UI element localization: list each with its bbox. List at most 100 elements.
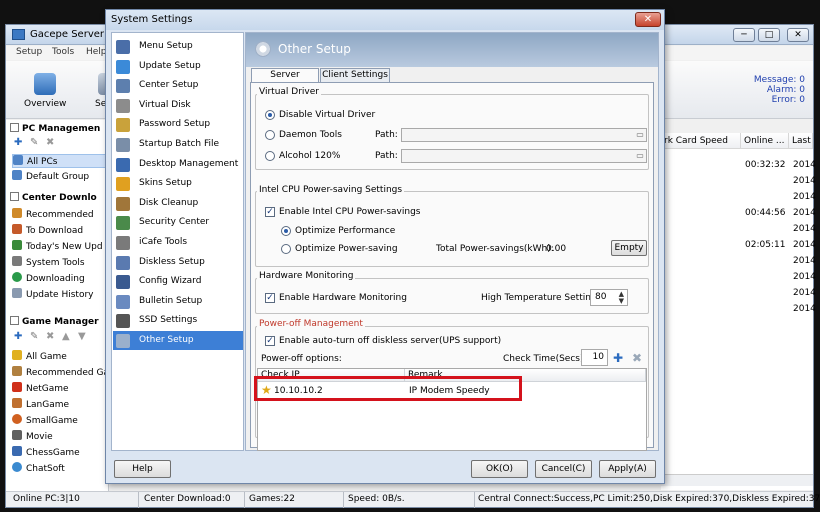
delete-icon[interactable]: ✖: [46, 138, 56, 148]
nav-item-center-setup[interactable]: Center Setup: [113, 76, 243, 95]
nav-item-update-setup[interactable]: Update Setup: [113, 57, 243, 76]
help-button[interactable]: Help: [114, 460, 171, 478]
nav-item-other-setup[interactable]: Other Setup: [113, 331, 243, 350]
optimize-power-saving-label: Optimize Power-saving: [295, 244, 398, 254]
download-todays-new[interactable]: Today's New Upd: [12, 240, 103, 254]
nav-item-config-wizard[interactable]: Config Wizard: [113, 272, 243, 291]
nav-item-diskless-setup[interactable]: Diskless Setup: [113, 253, 243, 272]
ok-button[interactable]: OK(O): [471, 460, 528, 478]
virtual-driver-title: Virtual Driver: [257, 87, 321, 97]
wrench-icon[interactable]: ✎: [30, 138, 40, 148]
nav-item-virtual-disk[interactable]: Virtual Disk: [113, 96, 243, 115]
toolbar-overview[interactable]: Overview: [24, 99, 66, 109]
gear-icon: [255, 41, 271, 57]
pc-management-label: PC Managemen: [22, 124, 101, 134]
wrench-icon[interactable]: ✎: [30, 332, 40, 342]
add-icon[interactable]: ✚: [14, 138, 24, 148]
folder-icon[interactable]: ▭: [635, 130, 645, 140]
add-ip-icon[interactable]: ✚: [613, 352, 623, 364]
hardware-monitoring-checkbox[interactable]: ✓: [265, 293, 275, 303]
cpu-power-checkbox[interactable]: ✓: [265, 207, 275, 217]
nav-item-desktop-management[interactable]: Desktop Management: [113, 155, 243, 174]
maximize-button[interactable]: □: [758, 28, 780, 42]
menu-icon: [116, 40, 130, 54]
nav-item-skins-setup[interactable]: Skins Setup: [113, 174, 243, 193]
alcohol-radio[interactable]: [265, 151, 275, 161]
menu-tools[interactable]: Tools: [52, 47, 74, 57]
cancel-button[interactable]: Cancel(C): [535, 460, 592, 478]
nav-item-disk-cleanup[interactable]: Disk Cleanup: [113, 194, 243, 213]
menu-setup[interactable]: Setup: [16, 47, 42, 57]
spin-down-icon[interactable]: ▼: [619, 298, 624, 305]
download-to-download[interactable]: To Download: [12, 224, 83, 238]
disable-virtual-driver-radio[interactable]: [265, 110, 275, 120]
message-count[interactable]: Message: 0: [721, 75, 805, 85]
check-time-field[interactable]: 10: [581, 349, 608, 366]
dialog-close-button[interactable]: ✕: [635, 12, 661, 27]
alcohol-path-field[interactable]: [401, 149, 647, 163]
app-title: Gacepe Server: [30, 29, 104, 40]
group-all-pcs[interactable]: All PCs: [12, 154, 106, 168]
nav-item-label: Menu Setup: [139, 41, 193, 51]
optimize-power-saving-radio[interactable]: [281, 244, 291, 254]
pc-management-header[interactable]: PC Managemen: [10, 123, 100, 134]
delete-ip-icon[interactable]: ✖: [632, 352, 642, 364]
collapse-icon: [10, 316, 19, 325]
error-count[interactable]: Error: 0: [721, 95, 805, 105]
download-update-history[interactable]: Update History: [12, 288, 93, 302]
daemon-path-field[interactable]: [401, 128, 647, 142]
nav-item-bulletin-setup[interactable]: Bulletin Setup: [113, 292, 243, 311]
folder-icon[interactable]: ▭: [635, 151, 645, 161]
nav-item-password-setup[interactable]: Password Setup: [113, 115, 243, 134]
alarm-count[interactable]: Alarm: 0: [721, 85, 805, 95]
menu-help[interactable]: Help: [86, 47, 107, 57]
game-movie[interactable]: Movie: [12, 430, 53, 444]
game-smallgame[interactable]: SmallGame: [12, 414, 78, 428]
center-download-header[interactable]: Center Downlo: [10, 192, 97, 203]
alcohol-label: Alcohol 120%: [279, 151, 341, 161]
game-netgame[interactable]: NetGame: [12, 382, 69, 396]
move-up-icon[interactable]: ▲: [62, 332, 72, 342]
new-update-icon: [12, 240, 22, 250]
tab-client-settings[interactable]: Client Settings: [320, 68, 390, 82]
minimize-button[interactable]: ─: [733, 28, 755, 42]
game-management-header[interactable]: Game Manager: [10, 316, 99, 327]
nav-item-security-center[interactable]: Security Center: [113, 213, 243, 232]
group-default[interactable]: Default Group: [12, 170, 89, 184]
check-time-label: Check Time(Secs):: [503, 354, 587, 364]
download-icon: [12, 224, 22, 234]
download-downloading[interactable]: Downloading: [12, 272, 85, 286]
auto-turn-off-checkbox[interactable]: ✓: [265, 336, 275, 346]
tab-server-settings[interactable]: Server Settings: [251, 68, 319, 93]
delete-icon[interactable]: ✖: [46, 332, 56, 342]
game-all[interactable]: All Game: [12, 350, 67, 364]
nav-item-ssd-settings[interactable]: SSD Settings: [113, 311, 243, 330]
game-chessgame[interactable]: ChessGame: [12, 446, 80, 460]
high-temperature-stepper[interactable]: 80 ▲ ▼: [590, 289, 628, 306]
app-close-button[interactable]: ✕: [787, 28, 809, 42]
game-langame[interactable]: LanGame: [12, 398, 69, 412]
apply-button[interactable]: Apply(A): [599, 460, 656, 478]
online-time-cell: 00:44:56: [745, 208, 786, 218]
empty-button[interactable]: Empty: [611, 240, 647, 256]
game-chatsoft[interactable]: ChatSoft: [12, 462, 65, 476]
nav-item-startup-batch-file[interactable]: Startup Batch File: [113, 135, 243, 154]
status-online-pc: Online PC:3|10: [13, 494, 80, 504]
power-off-ip-table: Check IP Remark ★ 10.10.10.2 IP Modem Sp…: [254, 368, 647, 451]
download-recommended[interactable]: Recommended: [12, 208, 94, 222]
download-system-tools[interactable]: System Tools: [12, 256, 85, 270]
nav-item-icafe-tools[interactable]: iCafe Tools: [113, 233, 243, 252]
add-icon[interactable]: ✚: [14, 332, 24, 342]
move-down-icon[interactable]: ▼: [78, 332, 88, 342]
daemon-tools-radio[interactable]: [265, 130, 275, 140]
column-card-speed[interactable]: rk Card Speed: [661, 133, 741, 149]
game-recommended[interactable]: Recommended Ga: [12, 366, 109, 380]
optimize-performance-radio[interactable]: [281, 226, 291, 236]
horizontal-scrollbar[interactable]: [661, 474, 813, 486]
column-online[interactable]: Online ...: [741, 133, 789, 149]
langame-icon: [12, 398, 22, 408]
last-cell: 2014: [793, 256, 816, 266]
nav-item-menu-setup[interactable]: Menu Setup: [113, 37, 243, 56]
column-last[interactable]: Last: [789, 133, 813, 149]
gear-icon: [116, 334, 130, 348]
